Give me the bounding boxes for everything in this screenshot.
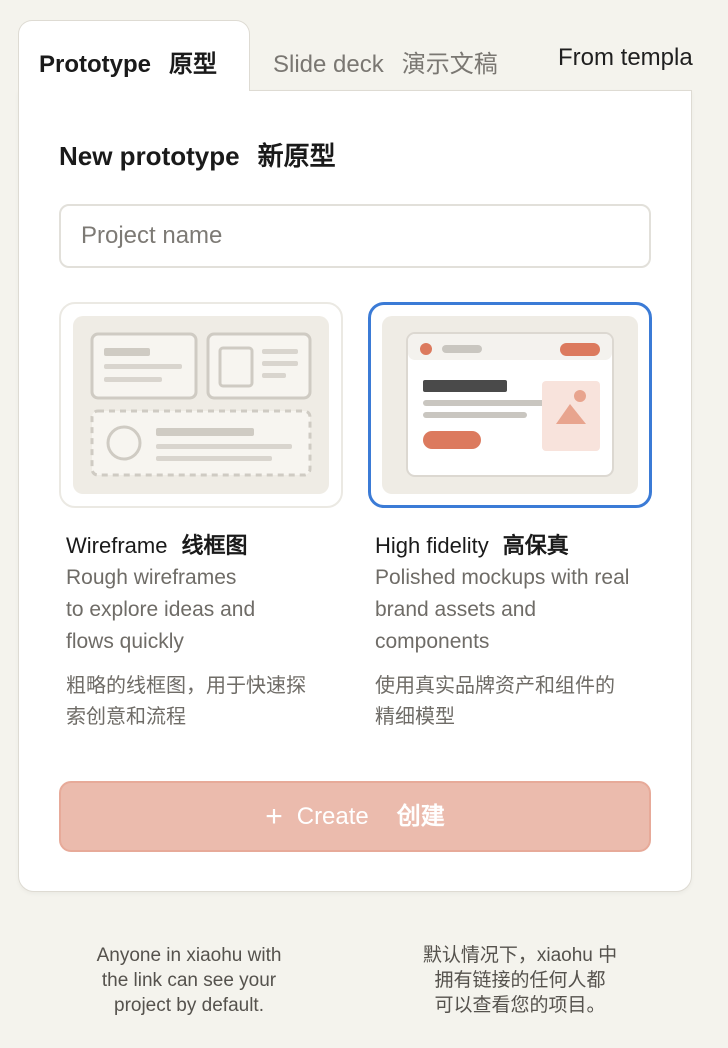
wireframe-thumbnail-icon xyxy=(73,316,329,494)
sharing-note-cn: 默认情况下，xiaohu 中 拥有链接的任何人都 可以查看您的项目。 xyxy=(398,943,642,1018)
high-fidelity-option-title: High fidelity 高保真 xyxy=(375,528,655,560)
tab-from-template[interactable]: From templa xyxy=(558,44,693,72)
high-fidelity-title-en: High fidelity xyxy=(375,533,489,558)
tab-slide-deck-label-cn: 演示文稿 xyxy=(401,51,498,78)
high-fidelity-desc-line: Polished mockups with real xyxy=(375,566,630,589)
create-label-en: Create xyxy=(296,803,369,830)
wireframe-option-card[interactable] xyxy=(59,302,343,508)
sharing-note-cn-line: 拥有链接的任何人都 xyxy=(434,970,606,991)
wireframe-desc-line: Rough wireframes xyxy=(66,566,237,589)
create-button[interactable]: + Create 创建 xyxy=(59,781,651,852)
plus-icon: + xyxy=(265,800,283,833)
wireframe-desc-cn-line: 索创意和流程 xyxy=(66,706,186,728)
high-fidelity-desc-line: brand assets and xyxy=(375,598,537,621)
tab-prototype-label-en: Prototype xyxy=(39,51,152,78)
wireframe-title-cn: 线框图 xyxy=(181,533,248,558)
wireframe-description-cn: 粗略的线框图，用于快速探 索创意和流程 xyxy=(66,671,336,733)
wireframe-description: Rough wireframes to explore ideas and fl… xyxy=(66,562,336,658)
sharing-note-line: Anyone in xiaohu with xyxy=(96,945,282,966)
high-fidelity-thumbnail-icon xyxy=(382,316,638,494)
page-title-en: New prototype xyxy=(59,141,240,171)
wireframe-title-en: Wireframe xyxy=(66,533,168,558)
sharing-note-line: project by default. xyxy=(114,995,264,1016)
project-name-input[interactable]: Project name xyxy=(59,204,651,268)
high-fidelity-desc-line: components xyxy=(375,630,490,653)
sharing-note-cn-line: 默认情况下，xiaohu 中 xyxy=(422,945,618,966)
wireframe-desc-line: to explore ideas and xyxy=(66,598,256,621)
wireframe-option-title: Wireframe 线框图 xyxy=(66,528,336,560)
tab-prototype-label-cn: 原型 xyxy=(169,51,218,78)
high-fidelity-desc-cn-line: 使用真实品牌资产和组件的 xyxy=(375,675,615,697)
project-name-placeholder: Project name xyxy=(81,222,223,249)
tab-bar: Prototype 原型 Slide deck 演示文稿 From templa xyxy=(0,0,728,91)
tab-from-template-label: From templa xyxy=(558,44,693,71)
high-fidelity-option-card[interactable] xyxy=(368,302,652,508)
page-title: New prototype 新原型 xyxy=(59,136,336,173)
high-fidelity-description-cn: 使用真实品牌资产和组件的 精细模型 xyxy=(375,671,655,733)
page-title-cn: 新原型 xyxy=(257,141,336,171)
create-label-cn: 创建 xyxy=(396,803,445,830)
high-fidelity-title-cn: 高保真 xyxy=(502,533,569,558)
wireframe-desc-cn-line: 粗略的线框图，用于快速探 xyxy=(66,675,306,697)
tab-slide-deck[interactable]: Slide deck 演示文稿 xyxy=(273,44,498,79)
high-fidelity-description: Polished mockups with real brand assets … xyxy=(375,562,655,658)
sharing-note-cn-line: 可以查看您的项目。 xyxy=(434,995,606,1016)
high-fidelity-desc-cn-line: 精细模型 xyxy=(375,706,455,728)
sharing-note-en: Anyone in xiaohu with the link can see y… xyxy=(70,943,308,1018)
tab-prototype[interactable]: Prototype 原型 xyxy=(18,20,250,91)
sharing-note-line: the link can see your xyxy=(101,970,277,991)
tab-slide-deck-label-en: Slide deck xyxy=(273,51,384,78)
wireframe-desc-line: flows quickly xyxy=(66,630,184,653)
